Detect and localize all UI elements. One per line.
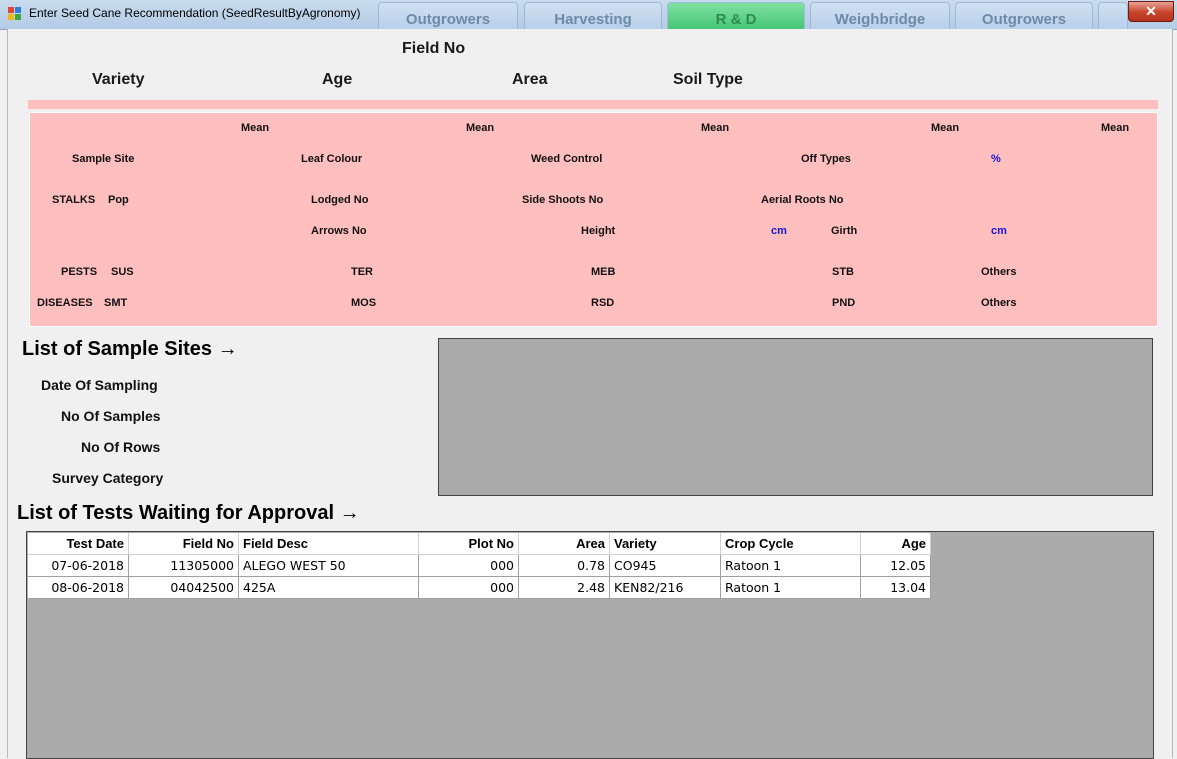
cell-variety[interactable]: CO945: [609, 554, 721, 577]
background-tab-outgrowers[interactable]: Outgrowers: [378, 2, 518, 29]
col-variety[interactable]: Variety: [609, 533, 721, 555]
ter-label: TER: [351, 266, 373, 278]
variety-label: Variety: [92, 71, 145, 88]
col-test-date[interactable]: Test Date: [28, 533, 129, 555]
background-tab-harvesting[interactable]: Harvesting: [524, 2, 662, 29]
area-label: Area: [512, 71, 548, 88]
pests-label: PESTS: [61, 266, 98, 278]
pop-label: Pop: [108, 194, 129, 206]
girth-label: Girth: [831, 225, 858, 237]
survey-category-label: Survey Category: [52, 470, 164, 486]
cell-variety[interactable]: KEN82/216: [609, 576, 721, 599]
cell-field-no[interactable]: 04042500: [128, 576, 239, 599]
cell-age[interactable]: 12.05: [860, 554, 931, 577]
soil-type-label: Soil Type: [673, 71, 743, 88]
sample-site-label: Sample Site: [72, 153, 135, 165]
background-tab-partial[interactable]: [1098, 2, 1128, 29]
cell-crop-cycle[interactable]: Ratoon 1: [720, 576, 861, 599]
pnd-label: PND: [832, 297, 856, 309]
date-of-sampling-label: Date Of Sampling: [41, 377, 158, 393]
age-label: Age: [322, 71, 353, 88]
approval-grid[interactable]: Test Date Field No Field Desc Plot No Ar…: [26, 531, 1154, 759]
stalks-label: STALKS: [52, 194, 96, 206]
cell-field-desc[interactable]: 425A: [238, 576, 419, 599]
col-field-desc[interactable]: Field Desc: [238, 533, 419, 555]
no-of-rows-label: No Of Rows: [81, 439, 161, 455]
background-tab-rnd[interactable]: R & D: [667, 2, 805, 29]
background-tab-outgrowers-2[interactable]: Outgrowers: [955, 2, 1093, 29]
no-of-samples-label: No Of Samples: [61, 408, 161, 424]
sample-sites-title: List of Sample Sites →: [22, 338, 238, 360]
sample-sites-grid[interactable]: [438, 338, 1153, 496]
col-age[interactable]: Age: [860, 533, 931, 555]
percent-unit: %: [991, 153, 1001, 165]
window-titlebar: Enter Seed Cane Recommendation (SeedResu…: [0, 0, 1177, 30]
close-button[interactable]: ✕: [1128, 1, 1174, 22]
window-title: Enter Seed Cane Recommendation (SeedResu…: [29, 6, 361, 20]
field-no-label: Field No: [402, 40, 466, 57]
approval-title: List of Tests Waiting for Approval →: [17, 502, 360, 524]
assessment-panel: [29, 112, 1158, 327]
smt-label: SMT: [104, 297, 128, 309]
cell-test-date[interactable]: 07-06-2018: [28, 554, 129, 577]
sus-label: SUS: [111, 266, 134, 278]
mean-label-5: Mean: [1101, 122, 1130, 134]
diseases-others-label: Others: [981, 297, 1017, 309]
approval-header-row: Test Date Field No Field Desc Plot No Ar…: [28, 533, 931, 555]
cell-area[interactable]: 0.78: [518, 554, 610, 577]
girth-cm-unit: cm: [991, 225, 1007, 237]
weed-control-label: Weed Control: [531, 153, 603, 165]
height-cm-unit: cm: [771, 225, 787, 237]
cell-plot-no[interactable]: 000: [418, 554, 519, 577]
mean-label-2: Mean: [466, 122, 495, 134]
background-tab-weighbridge[interactable]: Weighbridge: [810, 2, 950, 29]
mean-label-1: Mean: [241, 122, 270, 134]
cell-plot-no[interactable]: 000: [418, 576, 519, 599]
off-types-label: Off Types: [801, 153, 851, 165]
meb-label: MEB: [591, 266, 616, 278]
height-label: Height: [581, 225, 616, 237]
col-crop-cycle[interactable]: Crop Cycle: [720, 533, 861, 555]
side-shoots-no-label: Side Shoots No: [522, 194, 604, 206]
diseases-label: DISEASES: [37, 297, 93, 309]
pests-others-label: Others: [981, 266, 1017, 278]
mean-label-4: Mean: [931, 122, 960, 134]
mos-label: MOS: [351, 297, 377, 309]
cell-area[interactable]: 2.48: [518, 576, 610, 599]
cell-test-date[interactable]: 08-06-2018: [28, 576, 129, 599]
rsd-label: RSD: [591, 297, 615, 309]
mean-label-3: Mean: [701, 122, 730, 134]
cell-field-no[interactable]: 11305000: [128, 554, 239, 577]
leaf-colour-label: Leaf Colour: [301, 153, 363, 165]
approval-table: Test Date Field No Field Desc Plot No Ar…: [28, 533, 931, 599]
col-field-no[interactable]: Field No: [128, 533, 239, 555]
cell-crop-cycle[interactable]: Ratoon 1: [720, 554, 861, 577]
cell-field-desc[interactable]: ALEGO WEST 50: [238, 554, 419, 577]
col-plot-no[interactable]: Plot No: [418, 533, 519, 555]
col-area[interactable]: Area: [518, 533, 610, 555]
app-icon: [8, 7, 22, 21]
table-row[interactable]: 08-06-2018 04042500 425A 000 2.48 KEN82/…: [28, 576, 931, 599]
table-row[interactable]: 07-06-2018 11305000 ALEGO WEST 50 000 0.…: [28, 554, 931, 577]
cell-age[interactable]: 13.04: [860, 576, 931, 599]
pink-strip: [28, 100, 1158, 109]
lodged-no-label: Lodged No: [311, 194, 369, 206]
arrows-no-label: Arrows No: [311, 225, 367, 237]
aerial-roots-no-label: Aerial Roots No: [761, 194, 844, 206]
stb-label: STB: [832, 266, 854, 278]
